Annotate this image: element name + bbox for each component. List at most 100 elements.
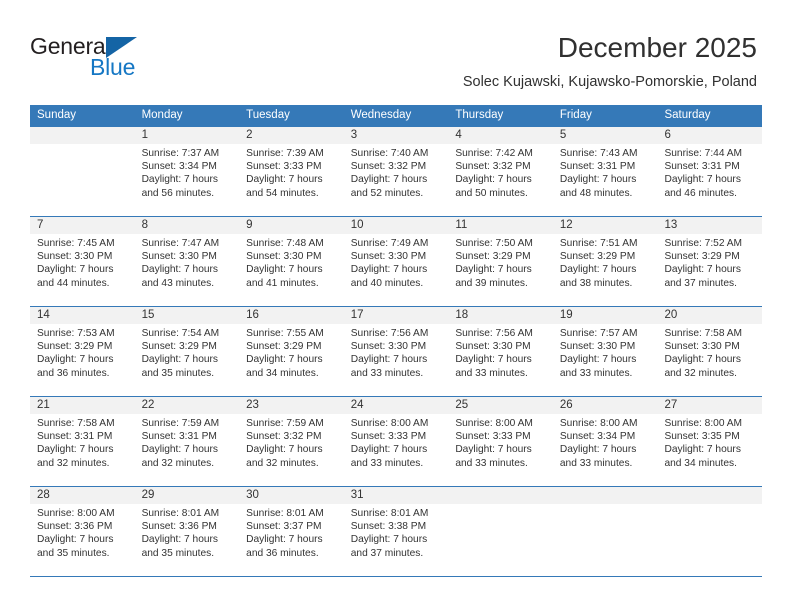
day-cell[interactable]: Sunrise: 7:55 AM Sunset: 3:29 PM Dayligh…	[239, 324, 344, 396]
day-cell[interactable]	[553, 504, 658, 576]
day-cell[interactable]: Sunrise: 7:57 AM Sunset: 3:30 PM Dayligh…	[553, 324, 658, 396]
day-number[interactable]: 22	[135, 397, 240, 414]
day-number[interactable]	[30, 127, 135, 144]
day-number[interactable]: 8	[135, 217, 240, 234]
day-cell[interactable]: Sunrise: 7:54 AM Sunset: 3:29 PM Dayligh…	[135, 324, 240, 396]
day-cell[interactable]: Sunrise: 7:56 AM Sunset: 3:30 PM Dayligh…	[344, 324, 449, 396]
general-blue-logo[interactable]: General Blue	[30, 33, 220, 85]
day-number[interactable]	[553, 487, 658, 504]
day-number[interactable]: 2	[239, 127, 344, 144]
sunset-text: Sunset: 3:30 PM	[350, 341, 427, 353]
day-cell[interactable]: Sunrise: 7:53 AM Sunset: 3:29 PM Dayligh…	[30, 324, 135, 396]
day-cell[interactable]: Sunrise: 7:45 AM Sunset: 3:30 PM Dayligh…	[30, 234, 135, 306]
daylight-text: Daylight: 7 hours and 43 minutes.	[141, 264, 219, 289]
day-cell[interactable]: Sunrise: 8:01 AM Sunset: 3:37 PM Dayligh…	[239, 504, 344, 576]
day-number[interactable]: 4	[448, 127, 553, 144]
day-cell[interactable]: Sunrise: 7:44 AM Sunset: 3:31 PM Dayligh…	[657, 144, 762, 216]
day-number[interactable]: 27	[657, 397, 762, 414]
day-of-week-thursday: Thursday	[455, 109, 504, 121]
day-cell[interactable]: Sunrise: 7:58 AM Sunset: 3:31 PM Dayligh…	[30, 414, 135, 486]
sunset-text: Sunset: 3:36 PM	[141, 521, 217, 533]
daylight-text: Daylight: 7 hours and 35 minutes.	[141, 534, 219, 559]
day-cell[interactable]: Sunrise: 7:56 AM Sunset: 3:30 PM Dayligh…	[448, 324, 553, 396]
day-cell[interactable]	[657, 504, 762, 576]
sunset-text: Sunset: 3:29 PM	[664, 251, 740, 263]
week-day-detail-row: Sunrise: 7:58 AM Sunset: 3:31 PM Dayligh…	[30, 414, 762, 486]
day-cell[interactable]	[448, 504, 553, 576]
sunset-text: Sunset: 3:30 PM	[350, 251, 427, 263]
day-number[interactable]: 28	[30, 487, 135, 504]
sunrise-text: Sunrise: 8:01 AM	[350, 508, 429, 519]
day-number[interactable]: 19	[553, 307, 658, 324]
day-cell[interactable]: Sunrise: 7:51 AM Sunset: 3:29 PM Dayligh…	[553, 234, 658, 306]
day-number[interactable]: 5	[553, 127, 658, 144]
day-number[interactable]: 24	[344, 397, 449, 414]
day-cell[interactable]: Sunrise: 7:49 AM Sunset: 3:30 PM Dayligh…	[344, 234, 449, 306]
day-number[interactable]: 15	[135, 307, 240, 324]
day-cell[interactable]: Sunrise: 7:59 AM Sunset: 3:32 PM Dayligh…	[239, 414, 344, 486]
day-cell[interactable]: Sunrise: 8:01 AM Sunset: 3:38 PM Dayligh…	[344, 504, 449, 576]
day-number[interactable]: 3	[344, 127, 449, 144]
day-cell[interactable]: Sunrise: 7:48 AM Sunset: 3:30 PM Dayligh…	[239, 234, 344, 306]
day-number[interactable]: 25	[448, 397, 553, 414]
sunrise-text: Sunrise: 7:37 AM	[141, 148, 220, 159]
day-cell[interactable]: Sunrise: 7:59 AM Sunset: 3:31 PM Dayligh…	[135, 414, 240, 486]
day-cell[interactable]: Sunrise: 7:47 AM Sunset: 3:30 PM Dayligh…	[135, 234, 240, 306]
day-number[interactable]: 30	[239, 487, 344, 504]
sunrise-text: Sunrise: 8:00 AM	[455, 418, 533, 429]
day-cell[interactable]	[30, 144, 135, 216]
day-cell[interactable]: Sunrise: 7:37 AM Sunset: 3:34 PM Dayligh…	[135, 144, 240, 216]
day-cell[interactable]: Sunrise: 8:00 AM Sunset: 3:35 PM Dayligh…	[657, 414, 762, 486]
day-of-week-tuesday: Tuesday	[246, 109, 290, 121]
day-number[interactable]: 17	[344, 307, 449, 324]
calendar-week-row: 14 15 16 17 18 19 20 Sunrise: 7:53 AM Su…	[30, 306, 762, 396]
day-cell[interactable]: Sunrise: 7:39 AM Sunset: 3:33 PM Dayligh…	[239, 144, 344, 216]
location-subtitle: Solec Kujawski, Kujawsko-Pomorskie, Pola…	[462, 74, 757, 90]
day-cell[interactable]: Sunrise: 8:01 AM Sunset: 3:36 PM Dayligh…	[135, 504, 240, 576]
day-number[interactable]	[448, 487, 553, 504]
day-cell[interactable]: Sunrise: 7:58 AM Sunset: 3:30 PM Dayligh…	[657, 324, 762, 396]
week-day-detail-row: Sunrise: 7:37 AM Sunset: 3:34 PM Dayligh…	[30, 144, 762, 216]
day-number[interactable]: 21	[30, 397, 135, 414]
day-cell[interactable]: Sunrise: 7:43 AM Sunset: 3:31 PM Dayligh…	[553, 144, 658, 216]
sunrise-text: Sunrise: 8:00 AM	[559, 418, 638, 429]
day-number[interactable]: 23	[239, 397, 344, 414]
day-of-week-header-row: Sunday Monday Tuesday Wednesday Thursday…	[30, 105, 762, 126]
day-number[interactable]: 31	[344, 487, 449, 504]
day-number[interactable]: 14	[30, 307, 135, 324]
day-number[interactable]: 9	[239, 217, 344, 234]
sunrise-text: Sunrise: 8:01 AM	[246, 508, 324, 519]
day-number[interactable]	[657, 487, 762, 504]
day-number[interactable]: 7	[30, 217, 135, 234]
daylight-text: Daylight: 7 hours and 33 minutes.	[559, 444, 637, 469]
day-of-week-wednesday: Wednesday	[350, 109, 412, 121]
day-cell[interactable]: Sunrise: 7:42 AM Sunset: 3:32 PM Dayligh…	[448, 144, 553, 216]
day-cell[interactable]: Sunrise: 7:50 AM Sunset: 3:29 PM Dayligh…	[448, 234, 553, 306]
day-number[interactable]: 6	[657, 127, 762, 144]
day-number[interactable]: 10	[344, 217, 449, 234]
day-number[interactable]: 11	[448, 217, 553, 234]
day-cell[interactable]: Sunrise: 8:00 AM Sunset: 3:34 PM Dayligh…	[553, 414, 658, 486]
sunset-text: Sunset: 3:29 PM	[455, 251, 531, 263]
sunset-text: Sunset: 3:32 PM	[350, 161, 427, 173]
day-number[interactable]: 29	[135, 487, 240, 504]
daylight-text: Daylight: 7 hours and 37 minutes.	[350, 534, 428, 559]
day-cell[interactable]: Sunrise: 8:00 AM Sunset: 3:33 PM Dayligh…	[448, 414, 553, 486]
day-number[interactable]: 18	[448, 307, 553, 324]
calendar-week-row: 21 22 23 24 25 26 27 Sunrise: 7:58 AM Su…	[30, 396, 762, 486]
day-number[interactable]: 26	[553, 397, 658, 414]
day-number[interactable]: 12	[553, 217, 658, 234]
day-cell[interactable]: Sunrise: 7:40 AM Sunset: 3:32 PM Dayligh…	[344, 144, 449, 216]
day-cell[interactable]: Sunrise: 8:00 AM Sunset: 3:36 PM Dayligh…	[30, 504, 135, 576]
sunset-text: Sunset: 3:30 PM	[664, 341, 740, 353]
day-number[interactable]: 13	[657, 217, 762, 234]
day-number[interactable]: 1	[135, 127, 240, 144]
day-number[interactable]: 16	[239, 307, 344, 324]
daylight-text: Daylight: 7 hours and 34 minutes.	[246, 354, 323, 379]
daylight-text: Daylight: 7 hours and 40 minutes.	[350, 264, 428, 289]
day-cell[interactable]: Sunrise: 7:52 AM Sunset: 3:29 PM Dayligh…	[657, 234, 762, 306]
day-cell[interactable]: Sunrise: 8:00 AM Sunset: 3:33 PM Dayligh…	[344, 414, 449, 486]
day-number[interactable]: 20	[657, 307, 762, 324]
sunset-text: Sunset: 3:31 PM	[664, 161, 740, 173]
sunrise-text: Sunrise: 7:43 AM	[559, 148, 638, 159]
